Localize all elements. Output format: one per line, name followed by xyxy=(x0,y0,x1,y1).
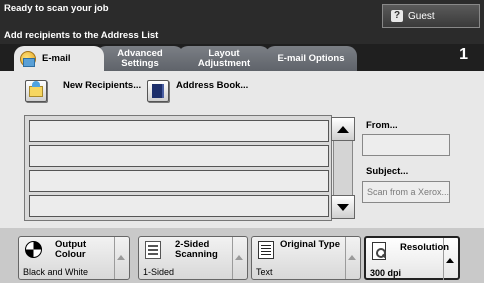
option-title: Resolution xyxy=(400,242,450,253)
arrow-up-icon xyxy=(446,258,454,263)
scroll-track[interactable] xyxy=(333,141,353,195)
option-value: 300 dpi xyxy=(370,268,402,278)
tab-email-options[interactable]: E-mail Options xyxy=(265,46,357,71)
resolution-icon xyxy=(372,242,386,260)
text-document-icon xyxy=(258,241,274,259)
address-book-button[interactable] xyxy=(147,80,169,102)
guest-button[interactable]: ? Guest xyxy=(382,4,480,28)
subject-label[interactable]: Subject... xyxy=(366,166,408,177)
scan-to-email-screen: Ready to scan your job Add recipients to… xyxy=(0,0,484,283)
from-field[interactable] xyxy=(362,134,450,156)
key-icon: ? xyxy=(391,10,403,22)
resolution-button[interactable]: Resolution 300 dpi xyxy=(364,236,460,280)
subject-field[interactable]: Scan from a Xerox... xyxy=(362,181,450,203)
arrow-up-icon xyxy=(348,255,356,260)
recipient-row[interactable] xyxy=(29,170,329,192)
tab-layout-adjustment[interactable]: Layout Adjustment xyxy=(178,46,270,71)
instruction-message: Add recipients to the Address List xyxy=(4,30,159,41)
tab-strip: Advanced Settings Layout Adjustment E-ma… xyxy=(0,44,484,71)
arrow-down-icon xyxy=(337,203,349,211)
job-count: 1 xyxy=(459,46,468,63)
divider xyxy=(232,237,233,279)
guest-label: Guest xyxy=(408,10,435,22)
tab-label: Layout Adjustment xyxy=(197,47,251,69)
document-sided-icon xyxy=(145,241,161,259)
divider xyxy=(443,238,444,280)
arrow-up-icon xyxy=(117,255,125,260)
tab-email[interactable]: E-mail xyxy=(14,46,104,71)
divider xyxy=(114,237,115,279)
option-title: Output Colour xyxy=(55,239,87,260)
option-title: Original Type xyxy=(280,239,341,250)
from-label[interactable]: From... xyxy=(366,120,398,131)
original-type-button[interactable]: Original Type Text xyxy=(251,236,361,280)
option-value: Black and White xyxy=(23,267,89,277)
recipient-row[interactable] xyxy=(29,120,329,142)
tab-advanced-settings[interactable]: Advanced Settings xyxy=(96,46,184,71)
colour-circle-icon xyxy=(25,241,42,258)
option-title: 2-Sided Scanning xyxy=(175,239,218,260)
scroll-up-button[interactable] xyxy=(331,117,355,141)
tab-label: Advanced Settings xyxy=(117,47,163,69)
recipient-row[interactable] xyxy=(29,145,329,167)
new-recipient-icon xyxy=(29,80,43,97)
arrow-up-icon xyxy=(337,125,349,133)
output-colour-button[interactable]: Output Colour Black and White xyxy=(18,236,130,280)
arrow-up-icon xyxy=(235,255,243,260)
new-recipients-button[interactable] xyxy=(25,80,47,102)
address-book-icon xyxy=(152,84,164,98)
recipient-row[interactable] xyxy=(29,195,329,217)
recipient-list xyxy=(24,115,332,221)
new-recipients-label[interactable]: New Recipients... xyxy=(63,80,141,91)
scroll-down-button[interactable] xyxy=(331,195,355,219)
option-value: 1-Sided xyxy=(143,267,175,277)
header-bar: Ready to scan your job Add recipients to… xyxy=(0,0,484,44)
tab-label: E-mail xyxy=(42,52,71,64)
option-value: Text xyxy=(256,267,273,277)
address-book-label[interactable]: Address Book... xyxy=(176,80,248,91)
email-icon xyxy=(20,50,36,67)
tab-label: E-mail Options xyxy=(277,52,345,64)
two-sided-scanning-button[interactable]: 2-Sided Scanning 1-Sided xyxy=(138,236,248,280)
status-message: Ready to scan your job xyxy=(4,3,109,14)
divider xyxy=(345,237,346,279)
